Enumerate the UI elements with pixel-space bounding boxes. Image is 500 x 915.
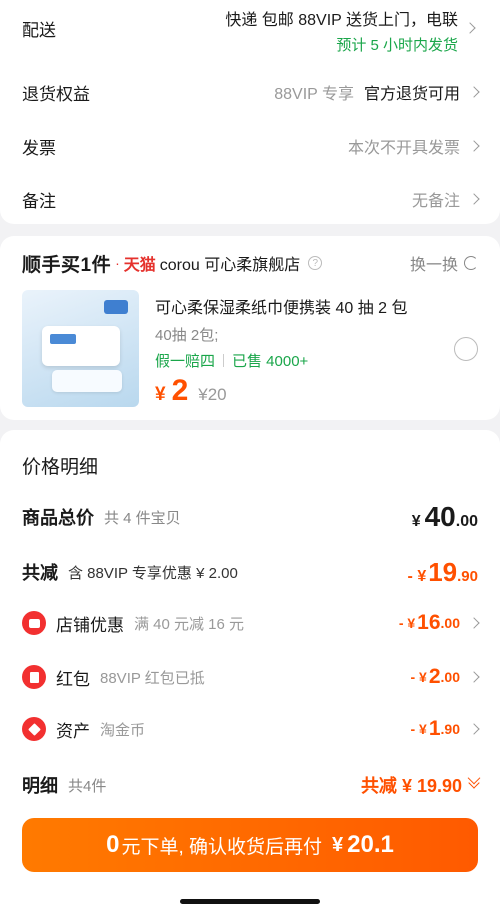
- submit-order-button[interactable]: 0 元下单, 确认收货后再付 ¥ 20.1: [22, 818, 478, 872]
- chevron-right-icon: [468, 671, 480, 683]
- detail-row[interactable]: 明细 共4件 共减 ¥ 19.90: [22, 770, 480, 800]
- red-packet-label: 红包: [56, 669, 90, 689]
- red-packet-note: 88VIP 红包已抵: [100, 669, 205, 687]
- swap-label: 换一换: [409, 257, 458, 274]
- store-name[interactable]: corou 可心柔旗舰店: [160, 251, 300, 275]
- reduction-label: 共减: [22, 563, 58, 583]
- price-detail-title: 价格明细: [22, 457, 99, 478]
- remark-value: 无备注: [411, 193, 460, 210]
- minus-currency: - ¥: [410, 721, 427, 737]
- assets-source: 淘金币: [100, 721, 146, 739]
- swap-button[interactable]: 换一换: [410, 251, 478, 275]
- currency-symbol: ¥: [411, 513, 421, 530]
- order-options-card: 配送 快递 包邮 88VIP 送货上门，电联 预计 5 小时内发货 退货权益 8…: [0, 0, 500, 224]
- original-price: ¥20: [198, 385, 227, 404]
- sold-count: 已售 4000+: [232, 353, 309, 370]
- invoice-label: 发票: [22, 138, 56, 158]
- separator-dot: ·: [115, 255, 120, 271]
- reduction-note: 含 88VIP 专享优惠 ¥ 2.00: [68, 564, 238, 582]
- delivery-info[interactable]: 快递 包邮 88VIP 送货上门，电联 预计 5 小时内发货: [225, 6, 458, 55]
- product-tags: 假一赔四 已售 4000+: [155, 350, 308, 371]
- assets-label: 资产: [56, 721, 90, 741]
- divider: [223, 354, 225, 367]
- store-discount-row[interactable]: 店铺优惠 满 40 元减 16 元 - ¥ 16 .00: [22, 608, 480, 638]
- tissue-pack-image: [42, 326, 120, 366]
- store-discount-integer: 16: [417, 611, 441, 634]
- goods-total-row: 商品总价 共 4 件宝贝 ¥ 40 .00: [22, 500, 478, 534]
- store-discount-label: 店铺优惠: [56, 615, 124, 635]
- return-rights-label: 退货权益: [22, 84, 90, 104]
- goods-total-decimal: .00: [455, 513, 478, 530]
- tissue-pack-image: [52, 370, 122, 392]
- minus-currency: - ¥: [398, 615, 416, 631]
- product-thumbnail[interactable]: [22, 290, 139, 407]
- detail-label: 明细: [22, 776, 58, 796]
- select-product-radio[interactable]: [454, 337, 478, 361]
- chevron-right-icon: [468, 86, 480, 98]
- detail-count: 共4件: [68, 777, 107, 795]
- return-rights-vip-tag: 88VIP 专享: [274, 86, 354, 103]
- cta-text: 元下单, 确认收货后再付: [121, 836, 323, 858]
- currency-symbol: ¥: [155, 384, 166, 405]
- reduction-decimal: .90: [457, 567, 478, 585]
- tmall-logo: 天猫: [123, 257, 156, 274]
- reduction-integer: 19: [428, 556, 458, 587]
- home-indicator: [180, 899, 320, 904]
- refresh-icon: [464, 256, 478, 270]
- chevron-right-icon: [468, 617, 480, 629]
- red-packet-integer: 2: [428, 665, 441, 688]
- delivery-method: 快递 包邮 88VIP 送货上门，电联: [225, 12, 458, 29]
- add-on-brand-title: 顺手买1件: [22, 254, 112, 276]
- product-spec: 40抽 2包;: [155, 327, 219, 344]
- product-title[interactable]: 可心柔保湿柔纸巾便携装 40 抽 2 包: [155, 294, 407, 318]
- cta-amount: 20.1: [347, 831, 394, 858]
- help-icon[interactable]: ?: [308, 256, 323, 270]
- red-packet-row[interactable]: 红包 88VIP 红包已抵 - ¥ 2 .00: [22, 662, 480, 692]
- store-discount-rule: 满 40 元减 16 元: [134, 615, 245, 633]
- remark-row[interactable]: 备注 无备注: [22, 185, 480, 213]
- coin-tag-icon: [22, 717, 46, 741]
- chevron-right-icon: [468, 193, 480, 205]
- invoice-row[interactable]: 发票 本次不开具发票: [22, 132, 480, 160]
- return-rights-row[interactable]: 退货权益 88VIP 专享 官方退货可用: [22, 78, 480, 106]
- cta-currency: ¥: [332, 833, 344, 856]
- invoice-value: 本次不开具发票: [347, 140, 460, 157]
- brand-logo-icon: [104, 300, 128, 314]
- delivery-eta: 预计 5 小时内发货: [336, 37, 458, 54]
- double-chevron-down-icon: [468, 776, 480, 789]
- goods-total-label: 商品总价: [22, 508, 94, 528]
- cta-zero: 0: [106, 831, 120, 858]
- product-price-value: 2: [171, 374, 189, 407]
- assets-row[interactable]: 资产 淘金币 - ¥ 1 .90: [22, 714, 480, 744]
- detail-total-reduction: 共减 ¥ 19.90: [360, 776, 462, 796]
- assets-decimal: .90: [440, 721, 460, 737]
- product-price: ¥ 2 ¥20: [155, 374, 227, 408]
- minus-currency: - ¥: [407, 567, 427, 585]
- store-header: 顺手买1件 · 天猫 corou 可心柔旗舰店 ? 换一换: [22, 250, 478, 276]
- chevron-right-icon: [468, 723, 480, 735]
- assets-integer: 1: [428, 717, 441, 740]
- chevron-right-icon: [468, 140, 480, 152]
- delivery-label: 配送: [22, 20, 56, 40]
- red-packet-icon: [22, 665, 46, 689]
- reduction-row: 共减 含 88VIP 专享优惠 ¥ 2.00 - ¥ 19 .90: [22, 555, 478, 589]
- goods-total-integer: 40: [424, 501, 456, 532]
- minus-currency: - ¥: [410, 669, 427, 685]
- return-rights-value: 官方退货可用: [363, 86, 460, 103]
- guarantee-tag: 假一赔四: [155, 353, 216, 370]
- store-icon: [22, 611, 46, 635]
- remark-label: 备注: [22, 191, 56, 211]
- goods-total-count: 共 4 件宝贝: [104, 509, 181, 527]
- store-discount-decimal: .00: [440, 615, 460, 631]
- red-packet-decimal: .00: [440, 669, 460, 685]
